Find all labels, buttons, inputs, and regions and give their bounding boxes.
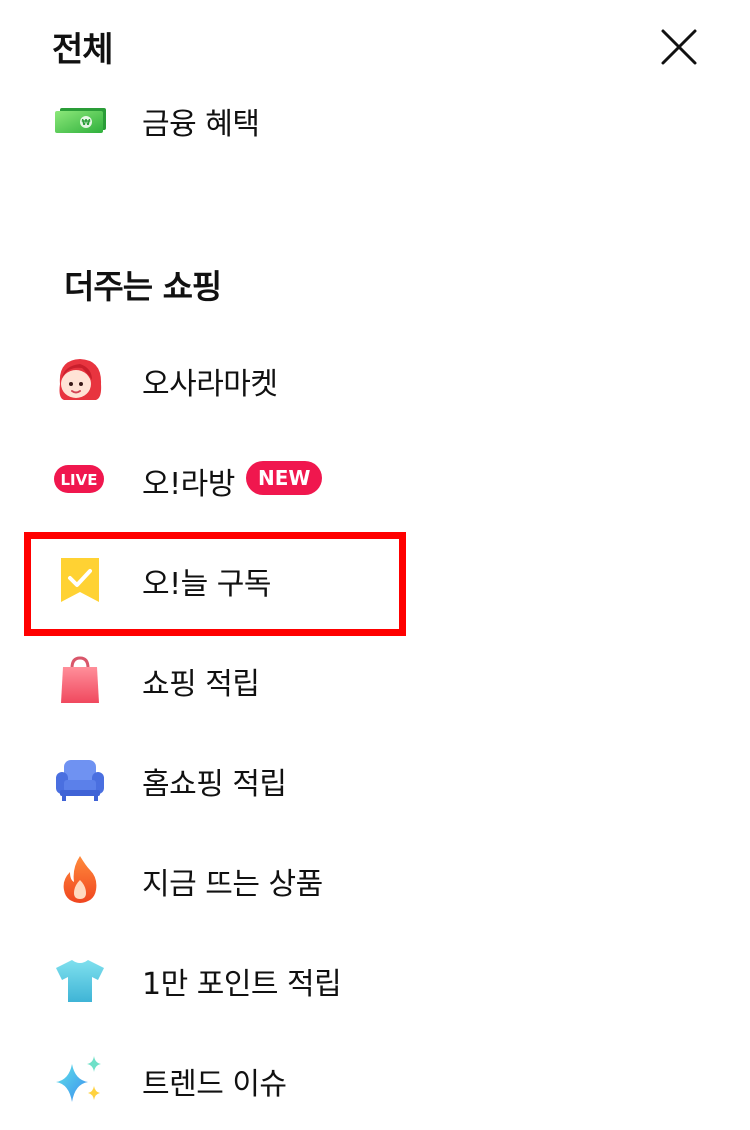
fire-icon [52, 854, 108, 906]
menu-item-label: 금융 혜택 [142, 107, 260, 142]
sofa-icon [52, 754, 108, 806]
menu-item-label: 쇼핑 적립 [142, 667, 260, 702]
menu-item-homeshopping-reward[interactable]: 홈쇼핑 적립 [0, 730, 750, 830]
menu-item-10k-point-reward[interactable]: 1만 포인트 적립 [0, 930, 750, 1030]
live-icon: LIVE [52, 454, 108, 506]
menu-item-finance-benefit[interactable]: ₩ 금융 혜택 [0, 70, 750, 170]
menu-item-label: 홈쇼핑 적립 [142, 767, 287, 802]
menu-item-label: 지금 뜨는 상품 [142, 867, 323, 902]
menu-item-label: 1만 포인트 적립 [142, 967, 342, 1002]
menu-item-label: 오!라방 [142, 467, 235, 502]
shopping-bag-icon [52, 654, 108, 706]
menu-item-label: 오사라마켓 [142, 367, 278, 402]
menu-item-olabang[interactable]: LIVE 오!라방 NEW [0, 430, 750, 530]
menu-item-osara-market[interactable]: 오사라마켓 [0, 330, 750, 430]
svg-text:₩: ₩ [82, 118, 91, 127]
money-bill-icon: ₩ [52, 94, 108, 146]
menu-item-trend-issue[interactable]: 트렌드 이슈 [0, 1030, 750, 1130]
menu-item-label: 트렌드 이슈 [142, 1067, 287, 1102]
tshirt-icon [52, 954, 108, 1006]
section-title: 더주는 쇼핑 [64, 267, 222, 306]
menu-item-trending-products[interactable]: 지금 뜨는 상품 [0, 830, 750, 930]
menu-item-label: 오!늘 구독 [142, 567, 271, 602]
check-ribbon-icon [52, 554, 108, 606]
page-title: 전체 [52, 30, 114, 70]
svg-text:LIVE: LIVE [61, 471, 98, 489]
new-badge: NEW [246, 461, 323, 495]
sparkle-icon [52, 1054, 108, 1106]
close-icon [661, 29, 697, 65]
menu-item-today-subscription[interactable]: 오!늘 구독 [0, 530, 750, 630]
close-button[interactable] [656, 24, 702, 70]
menu-item-shopping-reward[interactable]: 쇼핑 적립 [0, 630, 750, 730]
avatar-girl-icon [52, 354, 108, 406]
